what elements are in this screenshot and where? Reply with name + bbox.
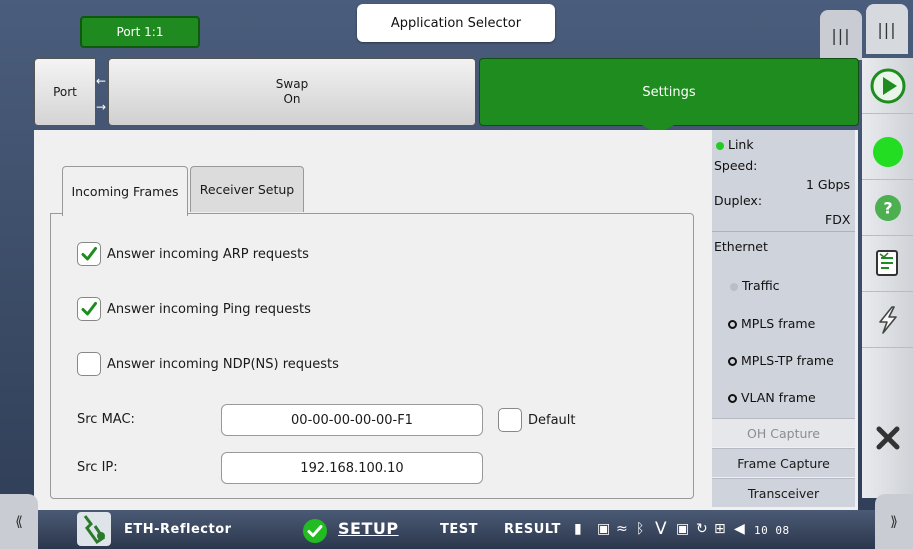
port-button[interactable]: Port bbox=[34, 58, 96, 126]
wifi-icon: ≈ bbox=[616, 521, 628, 537]
v-icon: V bbox=[655, 519, 667, 539]
bluetooth-icon: ᛒ bbox=[636, 521, 645, 537]
status-summary bbox=[712, 130, 855, 418]
help-icon: ? bbox=[874, 194, 901, 221]
panel-menu-button[interactable]: ||| bbox=[820, 10, 862, 60]
menu-bars-icon: ||| bbox=[831, 25, 851, 45]
left-panel-toggle[interactable]: ⟪ bbox=[0, 494, 38, 549]
checkmark-icon bbox=[81, 247, 97, 261]
global-status-indicator[interactable] bbox=[862, 124, 913, 180]
link-led-icon bbox=[716, 141, 724, 150]
mpls-ring-icon bbox=[728, 320, 737, 329]
volume-icon: ◀ bbox=[734, 521, 745, 537]
status-panel: Link Speed: 1 Gbps Duplex: FDX Ethernet … bbox=[712, 130, 855, 510]
vlan-status: VLAN frame bbox=[728, 390, 816, 405]
mpls-status: MPLS frame bbox=[728, 316, 815, 331]
network-icon: ⊞ bbox=[714, 521, 726, 537]
clock: 10 08 bbox=[754, 524, 790, 537]
app-name: ETH-Reflector bbox=[124, 522, 232, 537]
tab-setup[interactable]: SETUP bbox=[338, 519, 399, 538]
svg-text:?: ? bbox=[883, 198, 892, 217]
vlan-ring-icon bbox=[728, 394, 737, 403]
battery-icon: ▣ bbox=[597, 521, 611, 537]
tab-incoming-frames[interactable]: Incoming Frames bbox=[62, 166, 188, 216]
report-icon bbox=[875, 249, 898, 276]
checkmark-icon bbox=[81, 302, 97, 316]
tab-result[interactable]: RESULT bbox=[504, 522, 561, 537]
app-icon bbox=[77, 512, 111, 546]
default-option[interactable]: Default bbox=[498, 408, 576, 432]
link-status: Link bbox=[716, 137, 754, 152]
arp-label: Answer incoming ARP requests bbox=[107, 246, 309, 262]
ping-label: Answer incoming Ping requests bbox=[107, 301, 311, 317]
mpls-tp-status: MPLS-TP frame bbox=[728, 353, 834, 368]
sync-icon: ↻ bbox=[696, 521, 708, 537]
transceiver-button[interactable]: Transceiver bbox=[712, 478, 855, 507]
ndp-option[interactable]: Answer incoming NDP(NS) requests bbox=[77, 352, 339, 376]
swap-title: Swap bbox=[275, 77, 309, 91]
power-icon: ▮ bbox=[574, 521, 582, 537]
tab-test[interactable]: TEST bbox=[440, 522, 478, 537]
lightning-icon bbox=[878, 305, 897, 334]
ethernet-label: Ethernet bbox=[714, 239, 768, 254]
default-checkbox[interactable] bbox=[498, 408, 522, 432]
start-test-button[interactable] bbox=[862, 58, 913, 114]
mpls-tp-ring-icon bbox=[728, 357, 737, 366]
src-mac-label: Src MAC: bbox=[77, 412, 135, 427]
arrow-left-icon: ← bbox=[96, 74, 107, 88]
menu-bars-icon: ||| bbox=[877, 19, 897, 39]
right-panel-toggle[interactable]: ⟫ bbox=[875, 494, 913, 549]
tab-content: Answer incoming ARP requests Answer inco… bbox=[50, 213, 694, 499]
double-chevron-left-icon: ⟪ bbox=[15, 513, 23, 530]
src-mac-field[interactable]: 00-00-00-00-00-F1 bbox=[221, 404, 483, 436]
duplex-label: Duplex: bbox=[714, 193, 763, 208]
src-ip-field[interactable]: 192.168.100.10 bbox=[221, 452, 483, 484]
ndp-label: Answer incoming NDP(NS) requests bbox=[107, 356, 339, 372]
frame-capture-button[interactable]: Frame Capture bbox=[712, 448, 855, 477]
help-button[interactable]: ? bbox=[862, 180, 913, 236]
speed-label: Speed: bbox=[714, 158, 758, 173]
port-selector-button[interactable]: Port 1:1 bbox=[80, 16, 200, 48]
close-button[interactable] bbox=[862, 410, 913, 466]
duplex-value: FDX bbox=[825, 212, 851, 227]
close-icon bbox=[876, 426, 899, 450]
right-sidebar: ? bbox=[862, 58, 913, 498]
status-led-icon bbox=[872, 136, 903, 167]
main-menu-button[interactable]: ||| bbox=[866, 4, 908, 54]
inject-error-button[interactable] bbox=[862, 292, 913, 348]
speed-value: 1 Gbps bbox=[806, 177, 850, 192]
report-button[interactable] bbox=[862, 236, 913, 292]
settings-button[interactable]: Settings bbox=[479, 58, 859, 126]
ping-checkbox[interactable] bbox=[77, 297, 101, 321]
ndp-checkbox[interactable] bbox=[77, 352, 101, 376]
oh-capture-button[interactable]: OH Capture bbox=[712, 418, 855, 447]
arp-checkbox[interactable] bbox=[77, 242, 101, 266]
src-ip-label: Src IP: bbox=[77, 460, 118, 475]
default-label: Default bbox=[528, 412, 576, 428]
traffic-status: Traffic bbox=[730, 278, 780, 293]
screen-icon: ▣ bbox=[676, 521, 690, 537]
arrow-right-icon: → bbox=[96, 100, 107, 114]
application-selector-button[interactable]: Application Selector bbox=[357, 4, 555, 42]
double-chevron-right-icon: ⟫ bbox=[890, 513, 898, 530]
traffic-led-icon bbox=[730, 282, 738, 291]
ping-option[interactable]: Answer incoming Ping requests bbox=[77, 297, 311, 321]
status-divider bbox=[712, 231, 855, 232]
arp-option[interactable]: Answer incoming ARP requests bbox=[77, 242, 309, 266]
play-icon bbox=[870, 68, 905, 103]
tab-receiver-setup[interactable]: Receiver Setup bbox=[190, 166, 304, 212]
swap-state: On bbox=[283, 92, 301, 106]
swap-button[interactable]: Swap On bbox=[108, 58, 476, 126]
setup-status-icon bbox=[303, 519, 327, 543]
